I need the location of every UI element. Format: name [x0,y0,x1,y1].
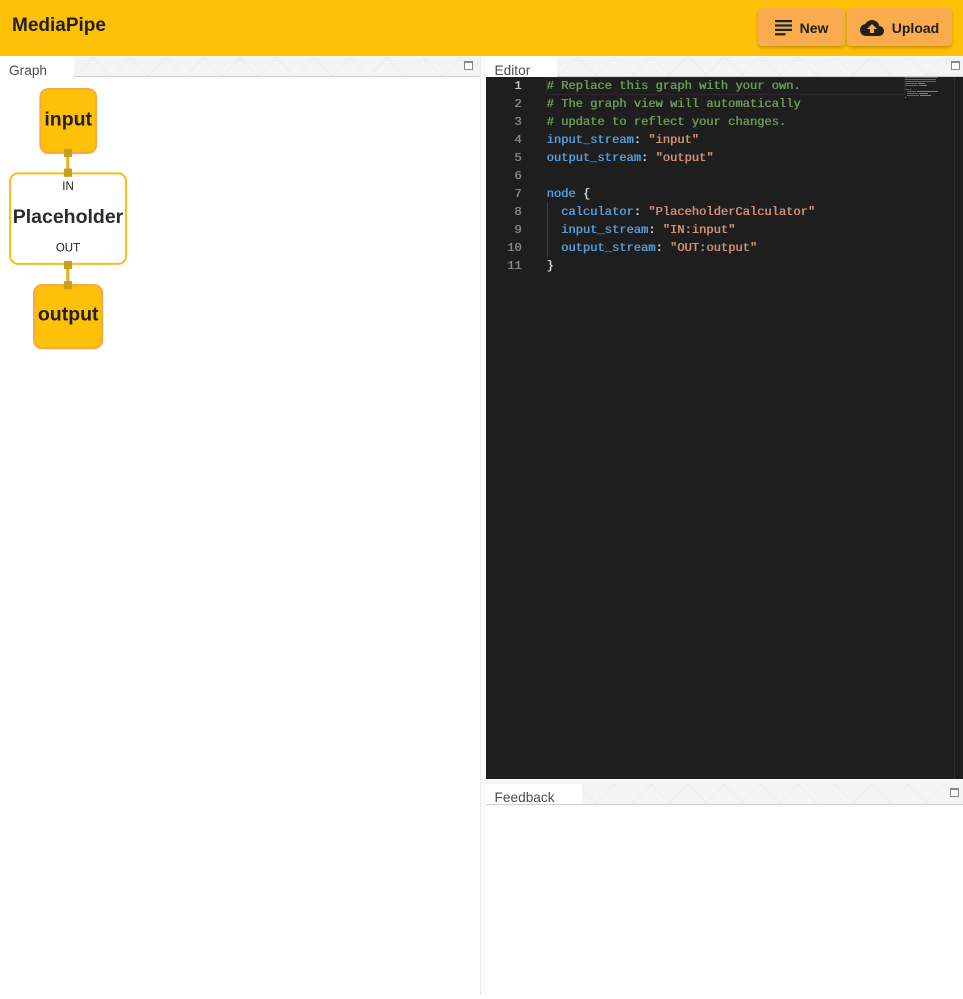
svg-text:output: output [38,303,99,325]
svg-text:IN: IN [62,181,74,193]
svg-text:OUT: OUT [56,243,80,255]
svg-text:input: input [44,109,92,131]
svg-text:Placeholder: Placeholder [13,206,124,228]
